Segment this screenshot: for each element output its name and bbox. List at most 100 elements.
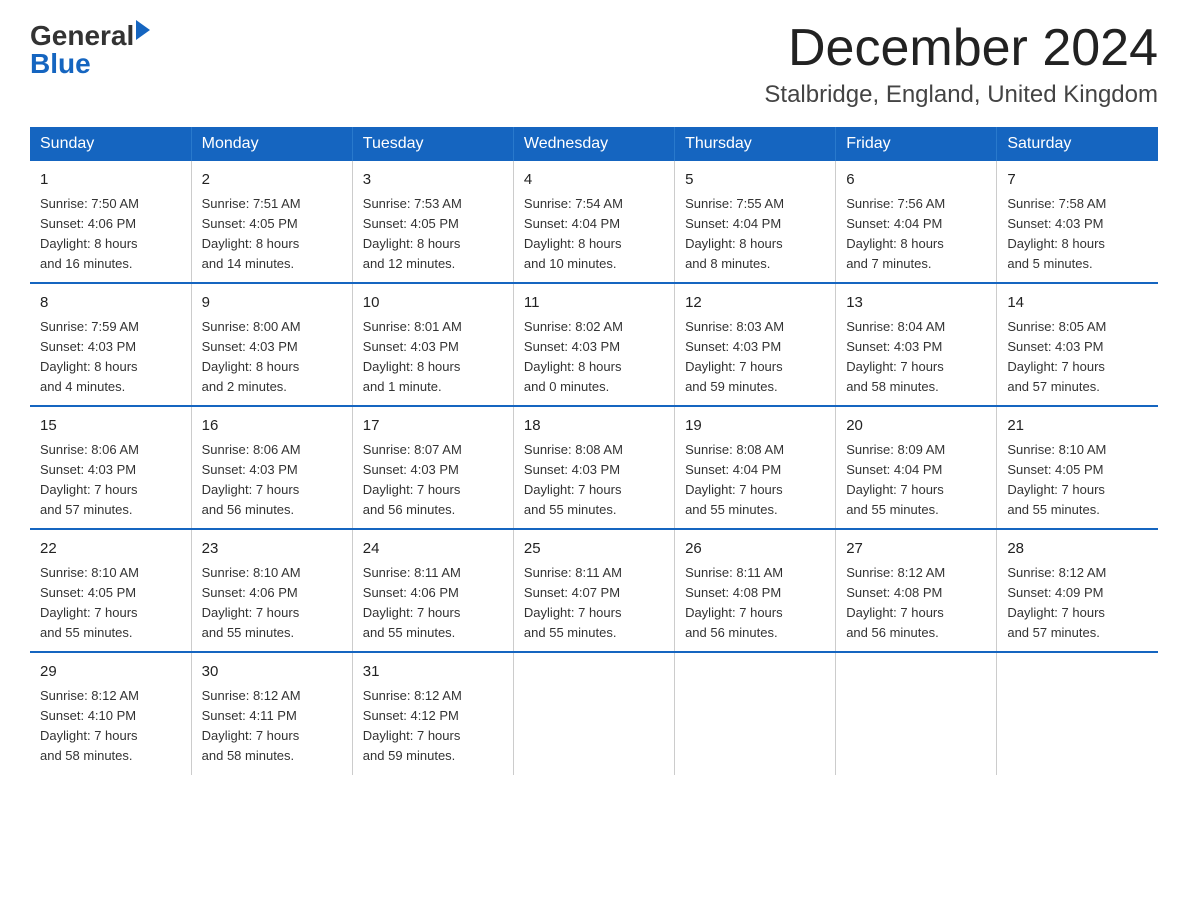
day-info: Sunrise: 8:09 AMSunset: 4:04 PMDaylight:… — [846, 440, 986, 521]
calendar-week-row: 15 Sunrise: 8:06 AMSunset: 4:03 PMDayligh… — [30, 406, 1158, 529]
calendar-cell: 19Sunrise: 8:08 AMSunset: 4:04 PMDayligh… — [675, 406, 836, 529]
day-of-week-header: Thursday — [675, 127, 836, 161]
day-number: 29 — [40, 661, 181, 684]
calendar-cell: 18Sunrise: 8:08 AMSunset: 4:03 PMDayligh… — [513, 406, 674, 529]
calendar-cell: 15Sunrise: 8:06 AMSunset: 4:03 PMDayligh… — [30, 406, 191, 529]
day-number: 31 — [363, 661, 503, 684]
day-info: Sunrise: 7:50 AMSunset: 4:06 PMDaylight:… — [40, 194, 181, 275]
day-info: Sunrise: 8:12 AMSunset: 4:10 PMDaylight:… — [40, 686, 181, 767]
calendar-cell: 25Sunrise: 8:11 AMSunset: 4:07 PMDayligh… — [513, 529, 674, 652]
day-number: 15 — [40, 415, 181, 438]
logo-blue: Blue — [30, 48, 91, 80]
calendar-cell: 2Sunrise: 7:51 AMSunset: 4:05 PMDaylight… — [191, 161, 352, 283]
calendar-cell: 5Sunrise: 7:55 AMSunset: 4:04 PMDaylight… — [675, 161, 836, 283]
day-of-week-header: Saturday — [997, 127, 1158, 161]
calendar-header-row: SundayMondayTuesdayWednesdayThursdayFrid… — [30, 127, 1158, 161]
day-number: 4 — [524, 169, 664, 192]
day-number: 23 — [202, 538, 342, 561]
location-title: Stalbridge, England, United Kingdom — [764, 81, 1158, 109]
calendar-cell — [836, 652, 997, 774]
calendar-cell: 9Sunrise: 8:00 AMSunset: 4:03 PMDaylight… — [191, 283, 352, 406]
day-number: 16 — [202, 415, 342, 438]
calendar-cell: 30Sunrise: 8:12 AMSunset: 4:11 PMDayligh… — [191, 652, 352, 774]
day-number: 3 — [363, 169, 503, 192]
day-info: Sunrise: 8:05 AMSunset: 4:03 PMDaylight:… — [1007, 317, 1148, 398]
day-number: 26 — [685, 538, 825, 561]
day-number: 18 — [524, 415, 664, 438]
calendar-cell: 24Sunrise: 8:11 AMSunset: 4:06 PMDayligh… — [352, 529, 513, 652]
day-info: Sunrise: 8:10 AMSunset: 4:05 PMDaylight:… — [1007, 440, 1148, 521]
day-number: 12 — [685, 292, 825, 315]
calendar-table: SundayMondayTuesdayWednesdayThursdayFrid… — [30, 127, 1158, 774]
day-info: Sunrise: 7:53 AMSunset: 4:05 PMDaylight:… — [363, 194, 503, 275]
day-number: 13 — [846, 292, 986, 315]
day-number: 14 — [1007, 292, 1148, 315]
logo: General Blue — [30, 20, 150, 80]
day-number: 20 — [846, 415, 986, 438]
day-info: Sunrise: 8:06 AMSunset: 4:03 PMDaylight:… — [202, 440, 342, 521]
calendar-week-row: 8Sunrise: 7:59 AMSunset: 4:03 PMDaylight… — [30, 283, 1158, 406]
day-of-week-header: Friday — [836, 127, 997, 161]
day-number: 19 — [685, 415, 825, 438]
day-number: 5 — [685, 169, 825, 192]
day-number: 10 — [363, 292, 503, 315]
calendar-cell: 13Sunrise: 8:04 AMSunset: 4:03 PMDayligh… — [836, 283, 997, 406]
day-number: 9 — [202, 292, 342, 315]
day-info: Sunrise: 8:00 AMSunset: 4:03 PMDaylight:… — [202, 317, 342, 398]
day-info: Sunrise: 8:11 AMSunset: 4:08 PMDaylight:… — [685, 563, 825, 644]
page-header: General Blue December 2024 Stalbridge, E… — [30, 20, 1158, 109]
day-info: Sunrise: 7:55 AMSunset: 4:04 PMDaylight:… — [685, 194, 825, 275]
day-info: Sunrise: 7:58 AMSunset: 4:03 PMDaylight:… — [1007, 194, 1148, 275]
day-info: Sunrise: 7:51 AMSunset: 4:05 PMDaylight:… — [202, 194, 342, 275]
calendar-week-row: 1Sunrise: 7:50 AMSunset: 4:06 PMDaylight… — [30, 161, 1158, 283]
day-info: Sunrise: 8:04 AMSunset: 4:03 PMDaylight:… — [846, 317, 986, 398]
calendar-cell: 22Sunrise: 8:10 AMSunset: 4:05 PMDayligh… — [30, 529, 191, 652]
day-number: 22 — [40, 538, 181, 561]
day-of-week-header: Tuesday — [352, 127, 513, 161]
day-number: 2 — [202, 169, 342, 192]
calendar-cell: 29Sunrise: 8:12 AMSunset: 4:10 PMDayligh… — [30, 652, 191, 774]
day-number: 17 — [363, 415, 503, 438]
calendar-cell: 26Sunrise: 8:11 AMSunset: 4:08 PMDayligh… — [675, 529, 836, 652]
day-info: Sunrise: 8:10 AMSunset: 4:06 PMDaylight:… — [202, 563, 342, 644]
day-info: Sunrise: 8:10 AMSunset: 4:05 PMDaylight:… — [40, 563, 181, 644]
day-number: 24 — [363, 538, 503, 561]
day-info: Sunrise: 8:03 AMSunset: 4:03 PMDaylight:… — [685, 317, 825, 398]
day-info: Sunrise: 8:12 AMSunset: 4:09 PMDaylight:… — [1007, 563, 1148, 644]
day-number: 8 — [40, 292, 181, 315]
calendar-cell: 31Sunrise: 8:12 AMSunset: 4:12 PMDayligh… — [352, 652, 513, 774]
day-number: 21 — [1007, 415, 1148, 438]
calendar-cell: 16Sunrise: 8:06 AMSunset: 4:03 PMDayligh… — [191, 406, 352, 529]
calendar-cell: 8Sunrise: 7:59 AMSunset: 4:03 PMDaylight… — [30, 283, 191, 406]
day-number: 25 — [524, 538, 664, 561]
calendar-week-row: 22Sunrise: 8:10 AMSunset: 4:05 PMDayligh… — [30, 529, 1158, 652]
title-block: December 2024 Stalbridge, England, Unite… — [764, 20, 1158, 109]
calendar-cell — [997, 652, 1158, 774]
day-number: 7 — [1007, 169, 1148, 192]
calendar-cell — [513, 652, 674, 774]
calendar-cell: 10Sunrise: 8:01 AMSunset: 4:03 PMDayligh… — [352, 283, 513, 406]
day-info: Sunrise: 8:11 AMSunset: 4:06 PMDaylight:… — [363, 563, 503, 644]
calendar-cell: 7Sunrise: 7:58 AMSunset: 4:03 PMDaylight… — [997, 161, 1158, 283]
day-number: 1 — [40, 169, 181, 192]
calendar-cell: 17Sunrise: 8:07 AMSunset: 4:03 PMDayligh… — [352, 406, 513, 529]
calendar-cell: 21Sunrise: 8:10 AMSunset: 4:05 PMDayligh… — [997, 406, 1158, 529]
calendar-cell: 1Sunrise: 7:50 AMSunset: 4:06 PMDaylight… — [30, 161, 191, 283]
calendar-week-row: 29Sunrise: 8:12 AMSunset: 4:10 PMDayligh… — [30, 652, 1158, 774]
calendar-cell: 11Sunrise: 8:02 AMSunset: 4:03 PMDayligh… — [513, 283, 674, 406]
day-info: Sunrise: 8:08 AMSunset: 4:03 PMDaylight:… — [524, 440, 664, 521]
day-number: 27 — [846, 538, 986, 561]
day-info: Sunrise: 7:59 AMSunset: 4:03 PMDaylight:… — [40, 317, 181, 398]
day-info: Sunrise: 8:12 AMSunset: 4:08 PMDaylight:… — [846, 563, 986, 644]
day-info: Sunrise: 8:08 AMSunset: 4:04 PMDaylight:… — [685, 440, 825, 521]
calendar-cell: 12Sunrise: 8:03 AMSunset: 4:03 PMDayligh… — [675, 283, 836, 406]
day-info: Sunrise: 8:02 AMSunset: 4:03 PMDaylight:… — [524, 317, 664, 398]
day-info: Sunrise: 8:01 AMSunset: 4:03 PMDaylight:… — [363, 317, 503, 398]
logo-arrow-icon — [136, 20, 150, 40]
month-title: December 2024 — [764, 20, 1158, 77]
calendar-cell: 20Sunrise: 8:09 AMSunset: 4:04 PMDayligh… — [836, 406, 997, 529]
day-info: Sunrise: 8:12 AMSunset: 4:11 PMDaylight:… — [202, 686, 342, 767]
day-info: Sunrise: 7:56 AMSunset: 4:04 PMDaylight:… — [846, 194, 986, 275]
calendar-cell — [675, 652, 836, 774]
day-info: Sunrise: 8:12 AMSunset: 4:12 PMDaylight:… — [363, 686, 503, 767]
